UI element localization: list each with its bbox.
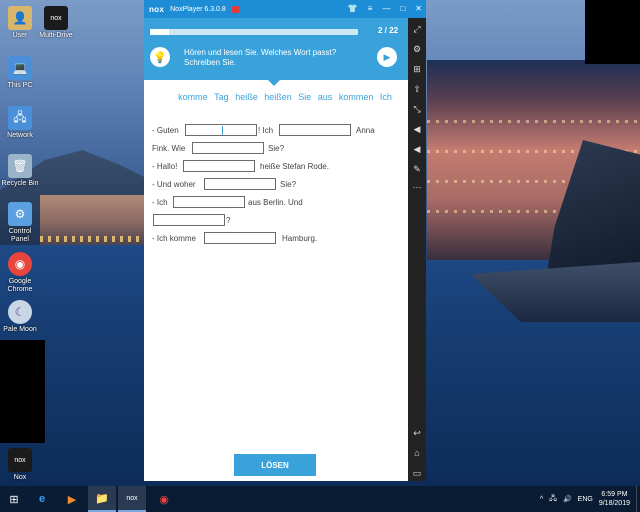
answer-field[interactable]: [192, 142, 264, 154]
redaction-box: [585, 0, 640, 64]
start-button[interactable]: ⊞: [0, 486, 28, 512]
settings-icon[interactable]: ⚙: [412, 44, 422, 54]
file-explorer-icon[interactable]: 📁: [88, 486, 116, 512]
lightbulb-icon[interactable]: 💡: [150, 47, 170, 67]
answer-field[interactable]: [173, 196, 245, 208]
clock[interactable]: 6:59 PM 9/18/2019: [599, 490, 630, 508]
progress-bar-fill: [150, 29, 169, 35]
desktop-icon-network[interactable]: 🖧 Network: [0, 106, 40, 140]
answer-field[interactable]: [185, 124, 257, 136]
answer-field[interactable]: [153, 214, 225, 226]
minimize-icon[interactable]: —: [382, 0, 390, 18]
word-bank-item[interactable]: heißen: [264, 92, 292, 102]
answer-field[interactable]: [183, 160, 255, 172]
control-panel-icon: ⚙: [8, 202, 32, 226]
volume-down-icon[interactable]: ◀: [412, 124, 422, 134]
system-tray: ^ 🖧 🔊 ENG 6:59 PM 9/18/2019: [540, 486, 640, 512]
menu-icon[interactable]: ≡: [368, 0, 373, 18]
desktop-icon-pale-moon[interactable]: ☾ Pale Moon: [0, 300, 40, 334]
nox-sidebar: ⤢ ⚙ ⊞ ⇧ ⤡ ◀ ◀ ✎ ⋯ ↩ ⌂ ▭: [408, 18, 426, 481]
callout-pointer: [268, 80, 280, 86]
word-bank-item[interactable]: Ich: [380, 92, 392, 102]
word-bank-item[interactable]: komme: [178, 92, 208, 102]
desktop-icon-control-panel[interactable]: ⚙ Control Panel: [0, 202, 40, 244]
desktop-icon-recycle-bin[interactable]: 🗑 Recycle Bin: [0, 154, 40, 188]
resize-icon[interactable]: ⤡: [412, 104, 422, 114]
volume-up-icon[interactable]: ◀: [412, 144, 422, 154]
dialog-line: ?: [152, 214, 382, 232]
user-folder-icon: 👤: [8, 6, 32, 30]
dialog-line: - Ich komme Hamburg.: [152, 232, 318, 244]
network-tray-icon[interactable]: 🖧: [549, 494, 557, 505]
progress-count: 2 / 22: [378, 26, 399, 35]
lesson-header: 2 / 22 💡 Hören und lesen Sie. Welches Wo…: [144, 18, 426, 80]
dialog-line: - Und woher Sie?: [152, 178, 297, 190]
language-indicator[interactable]: ENG: [578, 496, 593, 503]
word-bank-item[interactable]: aus: [318, 92, 333, 102]
theme-icon[interactable]: 👕: [348, 0, 358, 18]
nox-logo: nox: [149, 4, 165, 14]
wallpaper-town-left: [40, 195, 145, 250]
dialog-line: - Ich aus Berlin. Und: [152, 196, 303, 208]
dialog-line: - Guten ! Ich Anna: [152, 124, 375, 136]
answer-field[interactable]: [204, 178, 276, 190]
taskbar: ⊞ e ▶ 📁 nox ◉ ^ 🖧 🔊 ENG 6:59 PM 9/18/201…: [0, 486, 640, 512]
upload-icon[interactable]: ⇧: [412, 84, 422, 94]
show-desktop-button[interactable]: [636, 486, 640, 512]
back-icon[interactable]: ↩: [412, 428, 422, 438]
dialog-line: Fink. Wie Sie?: [152, 142, 285, 154]
nox-taskbar-icon[interactable]: nox: [118, 486, 146, 512]
word-bank: komme Tag heiße heißen Sie aus kommen Ic…: [144, 92, 426, 102]
dialog-line: - Hallo! heiße Stefan Rode.: [152, 160, 329, 172]
nox-multi-drive-icon: nox: [44, 6, 68, 30]
tray-chevron-icon[interactable]: ^: [540, 496, 543, 503]
desktop-icon-google-chrome[interactable]: ◉ Google Chrome: [0, 252, 40, 294]
multi-instance-icon[interactable]: ⊞: [412, 64, 422, 74]
close-icon[interactable]: ✕: [415, 0, 422, 18]
recycle-bin-icon: 🗑: [8, 154, 32, 178]
word-bank-item[interactable]: Sie: [298, 92, 311, 102]
word-bank-item[interactable]: Tag: [214, 92, 229, 102]
pale-moon-icon: ☾: [8, 300, 32, 324]
fullscreen-icon[interactable]: ⤢: [412, 24, 422, 34]
chrome-icon: ◉: [8, 252, 32, 276]
home-icon[interactable]: ⌂: [412, 448, 422, 458]
rocket-icon[interactable]: ✎: [412, 164, 422, 174]
recent-apps-icon[interactable]: ▭: [412, 468, 422, 478]
instruction-text: Hören und lesen Sie. Welches Wort passt?…: [184, 48, 337, 67]
window-title: NoxPlayer 6.3.0.8: [170, 5, 226, 13]
solve-button[interactable]: LÖSEN: [234, 454, 316, 476]
media-player-icon[interactable]: ▶: [58, 486, 86, 512]
chrome-taskbar-icon[interactable]: ◉: [150, 486, 178, 512]
desktop-icon-user[interactable]: 👤 User: [0, 6, 40, 40]
dialog-exercise: - Guten ! Ich Anna Fink. Wie Sie? - Hall…: [152, 124, 382, 250]
answer-field[interactable]: [204, 232, 276, 244]
word-bank-item[interactable]: heiße: [235, 92, 258, 102]
nox-icon: nox: [8, 448, 32, 472]
desktop-icon-multi-drive[interactable]: nox Multi-Drive: [36, 6, 76, 40]
progress-bar: [150, 29, 358, 35]
more-icon[interactable]: ⋯: [412, 182, 422, 192]
volume-tray-icon[interactable]: 🔊: [563, 495, 572, 503]
play-audio-icon[interactable]: ▶: [377, 47, 397, 67]
network-icon: 🖧: [8, 106, 32, 130]
desktop-icon-this-pc[interactable]: 💻 This PC: [0, 56, 40, 90]
edge-icon[interactable]: e: [28, 486, 56, 512]
computer-icon: 💻: [8, 56, 32, 80]
nox-title-bar[interactable]: nox NoxPlayer 6.3.0.8 👕 ≡ — □ ✕: [144, 0, 426, 18]
answer-field[interactable]: [279, 124, 351, 136]
desktop-icon-nox[interactable]: nox Nox: [0, 448, 40, 482]
text-caret: [222, 126, 223, 135]
nox-player-window: nox NoxPlayer 6.3.0.8 👕 ≡ — □ ✕ 2 / 22 💡…: [144, 0, 426, 481]
redaction-box: [0, 340, 45, 443]
maximize-icon[interactable]: □: [400, 0, 405, 18]
word-bank-item[interactable]: kommen: [339, 92, 374, 102]
notification-badge-icon[interactable]: [231, 5, 239, 13]
